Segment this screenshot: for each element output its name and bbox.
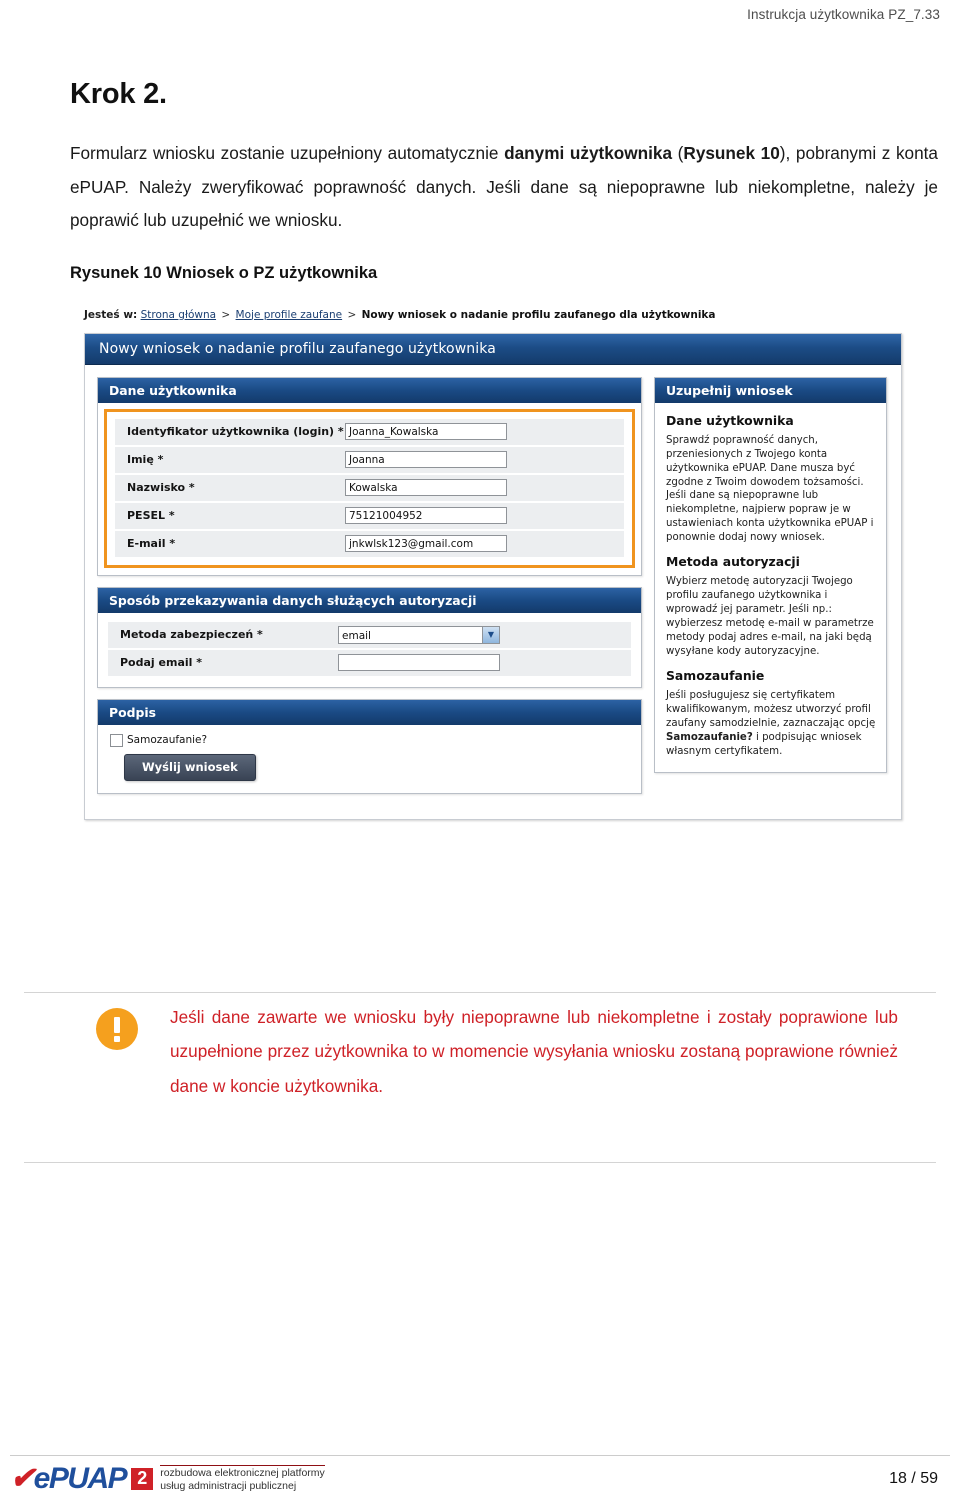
breadcrumb-current: Nowy wniosek o nadanie profilu zaufanego… xyxy=(361,308,716,321)
logo-subtitle: rozbudowa elektronicznej platformy usług… xyxy=(160,1464,325,1493)
page-title: Krok 2. xyxy=(70,78,167,110)
epuap-logo: ✔ePUAP 2 rozbudowa elektronicznej platfo… xyxy=(10,1464,325,1494)
help-heading-auth-method: Metoda autoryzacji xyxy=(666,554,800,570)
field-label-email: E-mail * xyxy=(127,537,176,551)
help-text-user-data: Sprawdź poprawność danych, przeniesionyc… xyxy=(666,434,874,544)
callout-divider-bottom xyxy=(24,1162,936,1163)
warning-callout-text: Jeśli dane zawarte we wniosku były niepo… xyxy=(170,1007,898,1096)
logo-check-icon: ✔ePUAP xyxy=(10,1462,128,1495)
paragraph-segment-2: ( xyxy=(672,143,684,163)
footer-divider xyxy=(10,1455,950,1456)
section-signature-body: Samozaufanie? Wyślij wniosek xyxy=(98,725,641,793)
application-panel-title: Nowy wniosek o nadanie profilu zaufanego… xyxy=(85,333,901,365)
intro-paragraph: Formularz wniosku zostanie uzupełniony a… xyxy=(70,137,938,238)
logo-wordmark: ePUAP xyxy=(33,1462,128,1495)
submit-application-button[interactable]: Wyślij wniosek xyxy=(124,753,256,781)
help-text-self-trust: Jeśli posługujesz się certyfikatem kwali… xyxy=(666,689,877,759)
field-row-provide-email: Podaj email * xyxy=(108,649,631,676)
help-heading-user-data: Dane użytkownika xyxy=(666,412,794,428)
help-text-auth-method: Wybierz metodę autoryzacji Twojego profi… xyxy=(666,576,874,658)
page-body: Krok 2. Formularz wniosku zostanie uzupe… xyxy=(70,78,942,835)
help-text-self-trust-bold: Samozaufanie? xyxy=(666,732,753,744)
section-user-data-body: Identyfikator użytkownika (login) * Joan… xyxy=(98,403,641,575)
field-row-last-name: Nazwisko * Kowalska xyxy=(115,474,624,503)
application-panel-body: Dane użytkownika Identyfikator użytkowni… xyxy=(85,364,901,819)
running-header-text: Instrukcja użytkownika PZ_7.33 xyxy=(747,7,940,22)
self-trust-checkbox-row[interactable]: Samozaufanie? xyxy=(110,733,631,747)
help-panel-header: Uzupełnij wniosek xyxy=(655,377,886,403)
chevron-down-icon[interactable]: ▼ xyxy=(482,626,499,643)
page-footer: ✔ePUAP 2 rozbudowa elektronicznej platfo… xyxy=(10,1464,950,1494)
field-select-security-method-value: email xyxy=(342,629,371,642)
section-authorization-body: Metoda zabezpieczeń * email ▼ Podaj emai… xyxy=(98,613,641,687)
field-label-first-name: Imię * xyxy=(127,453,164,467)
paragraph-segment-1: Formularz wniosku zostanie uzupełniony a… xyxy=(70,143,505,163)
field-input-email[interactable]: jnkwlsk123@gmail.com xyxy=(345,535,507,553)
field-row-login: Identyfikator użytkownika (login) * Joan… xyxy=(115,418,624,447)
breadcrumb-separator-2: > xyxy=(347,308,357,321)
field-row-security-method: Metoda zabezpieczeń * email ▼ xyxy=(108,621,631,650)
callout-divider-top xyxy=(24,992,936,993)
field-row-email: E-mail * jnkwlsk123@gmail.com xyxy=(115,530,624,557)
field-input-provide-email[interactable] xyxy=(338,654,500,672)
page-number: 18 / 59 xyxy=(889,1470,938,1487)
field-label-security-method: Metoda zabezpieczeń * xyxy=(120,628,263,642)
field-input-first-name[interactable]: Joanna xyxy=(345,451,507,469)
help-panel-body: Dane użytkownika Sprawdź poprawność dany… xyxy=(655,403,886,772)
application-panel: Nowy wniosek o nadanie profilu zaufanego… xyxy=(84,332,902,820)
paragraph-bold-user-data: danymi użytkownika xyxy=(504,143,673,163)
field-row-pesel: PESEL * 75121004952 xyxy=(115,502,624,531)
help-panel: Uzupełnij wniosek Dane użytkownika Spraw… xyxy=(654,376,887,773)
checkbox-icon[interactable] xyxy=(110,733,123,747)
section-authorization: Sposób przekazywania danych służących au… xyxy=(97,586,642,688)
field-row-first-name: Imię * Joanna xyxy=(115,446,624,475)
paragraph-bold-figure-ref: Rysunek 10 xyxy=(683,143,780,163)
warning-exclamation-icon xyxy=(96,1008,138,1050)
help-text-self-trust-part1: Jeśli posługujesz się certyfikatem kwali… xyxy=(666,690,876,730)
logo-subtitle-line1: rozbudowa elektronicznej platformy xyxy=(160,1466,325,1479)
field-label-pesel: PESEL * xyxy=(127,509,175,523)
field-select-security-method[interactable]: email ▼ xyxy=(338,625,500,644)
field-input-login[interactable]: Joanna_Kowalska xyxy=(345,423,507,441)
figure-caption: Rysunek 10 Wniosek o PZ użytkownika xyxy=(70,263,378,282)
breadcrumb-lead: Jesteś w: xyxy=(84,308,138,321)
running-header: Instrukcja użytkownika PZ_7.33 xyxy=(0,0,960,28)
breadcrumb: Jesteś w: Strona główna > Moje profile z… xyxy=(70,305,942,329)
field-label-last-name: Nazwisko * xyxy=(127,481,195,495)
highlight-frame: Identyfikator użytkownika (login) * Joan… xyxy=(104,408,635,568)
embedded-screenshot: Jesteś w: Strona główna > Moje profile z… xyxy=(70,304,942,835)
warning-callout: Jeśli dane zawarte we wniosku były niepo… xyxy=(24,1000,936,1103)
field-input-pesel[interactable]: 75121004952 xyxy=(345,507,507,525)
field-input-last-name[interactable]: Kowalska xyxy=(345,479,507,497)
section-authorization-header: Sposób przekazywania danych służących au… xyxy=(98,587,641,613)
section-signature-header: Podpis xyxy=(98,699,641,725)
field-label-provide-email: Podaj email * xyxy=(120,656,202,670)
help-column: Uzupełnij wniosek Dane użytkownika Spraw… xyxy=(654,376,887,805)
self-trust-checkbox-label: Samozaufanie? xyxy=(127,734,208,747)
help-heading-self-trust: Samozaufanie xyxy=(666,668,765,684)
form-column: Dane użytkownika Identyfikator użytkowni… xyxy=(97,376,642,805)
field-label-login: Identyfikator użytkownika (login) * xyxy=(127,425,344,439)
breadcrumb-separator-1: > xyxy=(221,308,231,321)
section-user-data-header: Dane użytkownika xyxy=(98,377,641,403)
section-signature: Podpis Samozaufanie? Wyślij wniosek xyxy=(97,698,642,794)
breadcrumb-link-home[interactable]: Strona główna xyxy=(141,309,216,321)
logo-version-badge: 2 xyxy=(131,1468,154,1490)
logo-subtitle-line2: usług administracji publicznej xyxy=(160,1480,297,1492)
breadcrumb-link-profiles[interactable]: Moje profile zaufane xyxy=(236,309,343,321)
section-user-data: Dane użytkownika Identyfikator użytkowni… xyxy=(97,376,642,576)
